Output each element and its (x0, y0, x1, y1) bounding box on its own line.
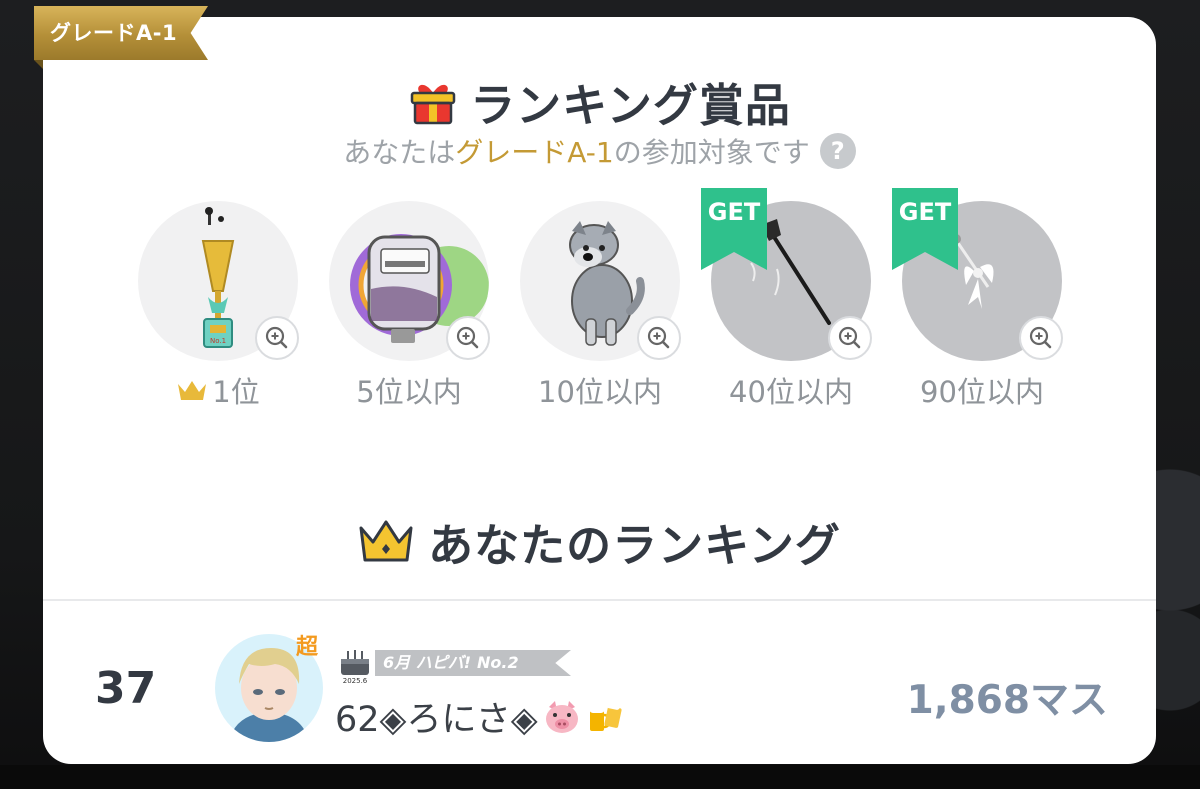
event-text: 6月 ハピバ! No.2 (383, 650, 519, 676)
cake-icon: 2025.6 (341, 650, 369, 685)
prize-rank-90[interactable]: GET 90位以内 (892, 188, 1063, 431)
grade-badge: グレードA-1 (34, 6, 208, 69)
zoom-in-icon (456, 326, 479, 349)
prize-rank-label: 1位 (108, 369, 328, 411)
card-pointer (455, 18, 487, 35)
zoom-in-icon (265, 326, 288, 349)
prize-rank-5[interactable]: 5位以内 (329, 201, 490, 431)
super-badge: 超 (295, 635, 318, 660)
eligibility-prefix: あなたは (343, 136, 456, 169)
zoom-button[interactable] (637, 316, 681, 360)
prize-rank-1[interactable]: No.1 1位 (138, 201, 299, 431)
prize-rank-10[interactable]: 10位以内 (520, 201, 681, 431)
eligibility-suffix: の参加対象です (613, 136, 810, 169)
gift-icon (410, 84, 456, 125)
eligibility-grade: グレードA-1 (455, 136, 614, 169)
svg-text:No.1: No.1 (210, 337, 226, 345)
my-ranking-title: あなたのランキング (428, 518, 841, 572)
obtained-label: GET (898, 198, 952, 226)
ranking-prize-card: ランキング賞品 あなたは グレードA-1 の参加対象です ? No.1 1位 5… (43, 17, 1156, 764)
beer-mugs-icon (589, 701, 622, 731)
zoom-in-icon (647, 326, 670, 349)
zoom-in-icon (1029, 326, 1052, 349)
prize-rank-label: 10位以内 (490, 369, 710, 411)
event-number: No.2 (477, 653, 519, 672)
zoom-button[interactable] (446, 316, 490, 360)
prize-rank-label: 90位以内 (872, 369, 1092, 411)
zoom-in-icon (838, 326, 861, 349)
event-badge: 2025.6 6月 ハピバ! No.2 (335, 645, 575, 685)
prize-rank-label: 5位以内 (299, 369, 519, 411)
zoom-button[interactable] (255, 316, 299, 360)
prizes-title: ランキング賞品 (470, 78, 791, 132)
prize-rank-text: 10位以内 (538, 375, 662, 409)
prize-rank-text: 5位以内 (356, 375, 462, 409)
obtained-label: GET (707, 198, 761, 226)
bottom-bar (0, 765, 1200, 789)
event-label: 6月 ハピバ! (383, 653, 472, 672)
obtained-badge: GET (701, 188, 767, 270)
prize-rank-text: 40位以内 (729, 375, 853, 409)
zoom-button[interactable] (828, 316, 872, 360)
prize-rank-text: 90位以内 (920, 375, 1044, 409)
pig-face-icon (545, 700, 578, 733)
grade-badge-label: グレードA-1 (50, 21, 178, 45)
username-text: 62◈ろにさ◈ (335, 700, 538, 740)
score: 1,868マス (906, 678, 1108, 723)
zoom-button[interactable] (1019, 316, 1063, 360)
prize-rank-text: 1位 (212, 375, 260, 409)
my-ranking-header: あなたのランキング (43, 511, 1156, 572)
obtained-badge: GET (892, 188, 958, 270)
event-year: 2025.6 (343, 677, 368, 685)
prizes-header: ランキング賞品 (43, 73, 1156, 132)
my-ranking-row[interactable]: 37 超 2025.6 6月 ハピバ! No.2 62◈ろにさ◈ 1,868マス (43, 601, 1156, 764)
username: 62◈ろにさ◈ (335, 691, 626, 742)
rank-number: 37 (95, 663, 157, 714)
eligibility-text: あなたは グレードA-1 の参加対象です ? (43, 131, 1156, 171)
crown-icon (359, 520, 413, 562)
prize-rank-label: 40位以内 (681, 369, 901, 411)
crown-icon (178, 381, 207, 400)
prize-rank-40[interactable]: GET 40位以内 (701, 188, 872, 431)
help-icon[interactable]: ? (819, 133, 856, 169)
